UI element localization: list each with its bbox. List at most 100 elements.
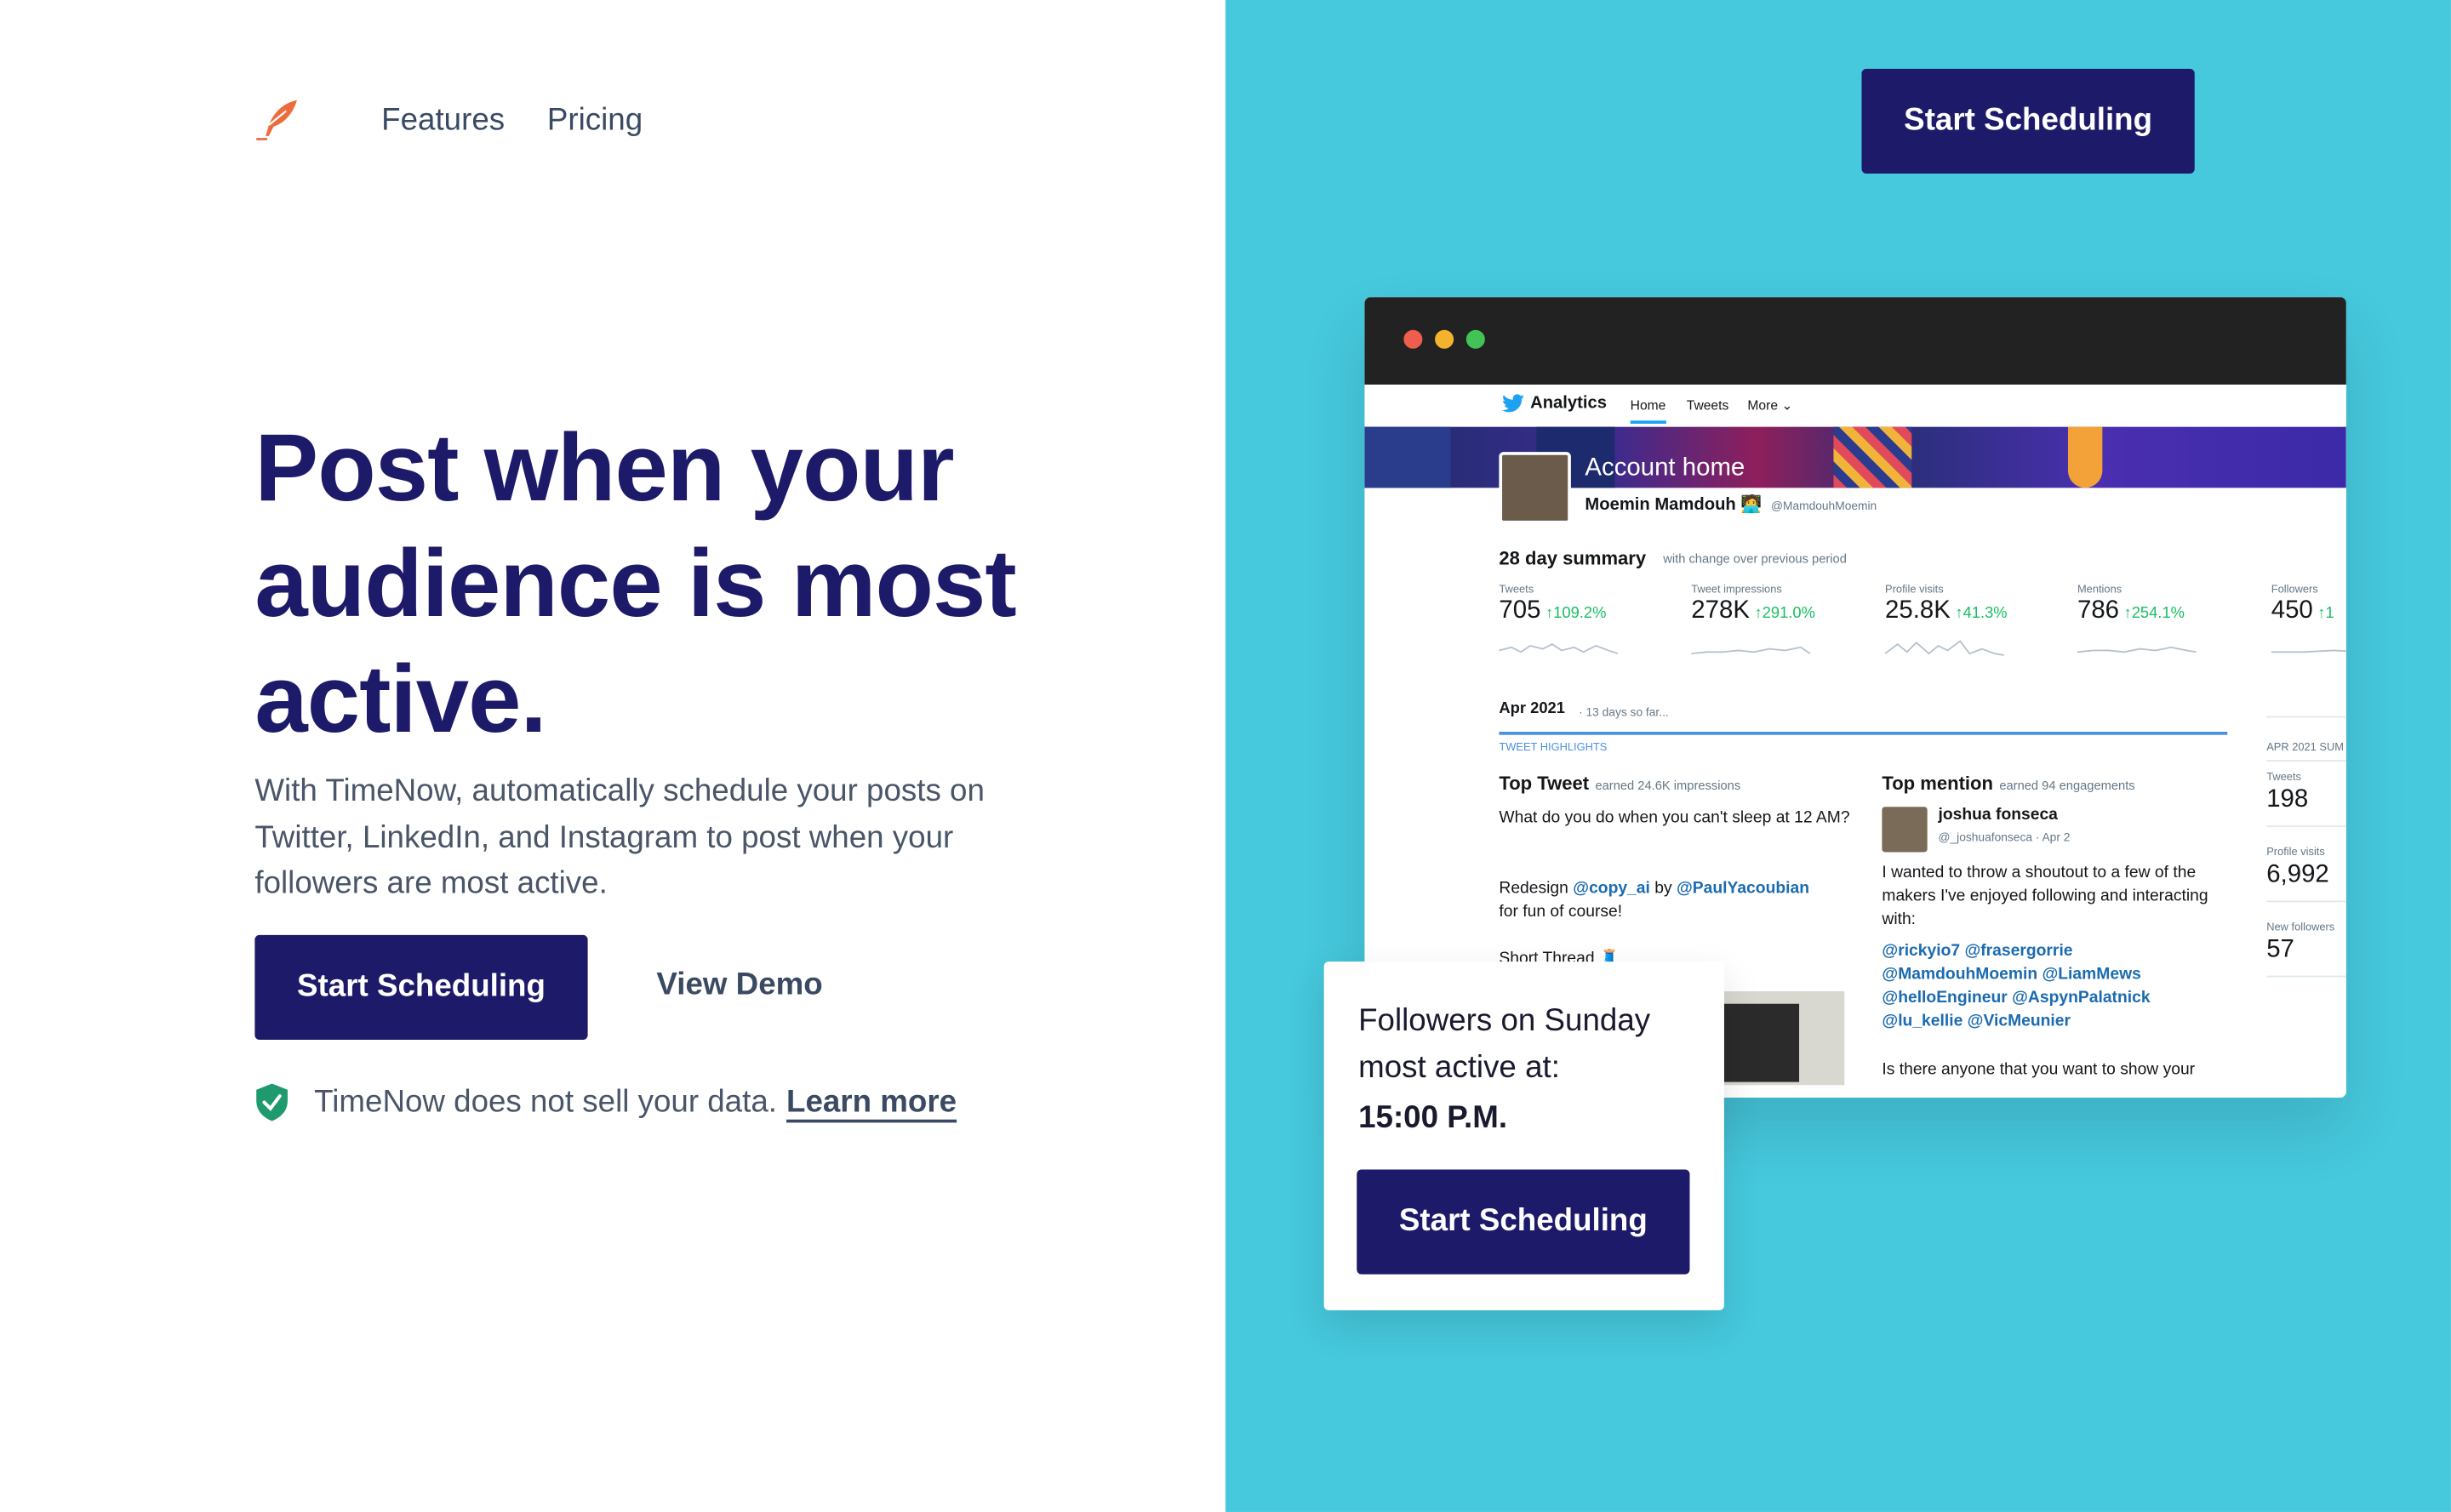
mention-users-1[interactable]: @rickyio7 @frasergorrie [1882,939,2072,963]
minimize-dot-icon [1435,329,1454,349]
month-divider [1499,731,2228,735]
tab-more-label: More [1747,397,1779,414]
twitter-bird-icon [1502,394,1524,413]
side-value: 198 [2266,786,2309,813]
stat-mentions: Mentions 786 ↑254.1% [2077,585,2185,625]
banner-figure [2067,426,2103,488]
top-tweet-heading: Top Tweet earned 24.6K impressions [1499,773,1740,795]
banner-tile [1364,426,1451,488]
card-description: Followers on Sunday most active at: [1358,1003,1651,1085]
stat-label: Mentions [2077,585,2122,596]
mention-text: I wanted to throw a shoutout to a few of… [1882,863,2208,929]
tab-tweets[interactable]: Tweets [1687,397,1728,413]
sparkline [1499,643,1619,654]
stat-label: Tweet impressions [1691,585,1782,596]
browser-titlebar [1364,297,2346,385]
stat-followers: Followers 450 ↑1 [2271,585,2334,625]
top-mention-subtitle: earned 94 engagements [1999,779,2135,793]
privacy-note: TimeNow does not sell your data. Learn m… [254,1082,957,1123]
top-tweet-subtitle: earned 24.6K impressions [1595,779,1741,793]
feather-logo-icon[interactable] [254,97,301,144]
redesign-text: Redesign [1499,878,1568,898]
side-divider [2266,975,2346,978]
learn-more-link[interactable]: Learn more [786,1084,957,1120]
nav-features-link[interactable]: Features [381,103,505,139]
stat-value: 25.8K [1885,596,1951,625]
top-mention-title: Top mention [1882,772,1993,795]
sparkline [1885,640,2004,656]
stat-value: 786 [2077,596,2120,625]
hero-lead: With TimeNow, automatically schedule you… [254,773,985,901]
analytics-brand: Analytics [1502,394,1607,413]
summary-title: 28 day summary [1499,547,1647,569]
side-label: New followers [2266,922,2335,934]
stat-label: Profile visits [1885,585,1944,596]
side-value: 57 [2266,936,2294,963]
tab-more[interactable]: More ⌄ [1747,397,1792,414]
side-divider [2266,760,2346,762]
stat-label: Tweets [1499,585,1534,596]
analytics-nav: Analytics Home Tweets More ⌄ [1364,385,2345,427]
header-start-scheduling-button[interactable]: Start Scheduling [1861,68,2195,174]
stat-change: ↑109.2% [1545,605,1607,623]
start-scheduling-button[interactable]: Start Scheduling [254,934,588,1041]
avatar [1499,452,1571,524]
account-home-title: Account home [1585,454,1745,482]
stat-value: 278K [1691,596,1750,625]
stat-label: Followers [2271,585,2318,596]
stat-change: ↑1 [2317,605,2334,623]
view-demo-button[interactable]: View Demo [656,967,822,1003]
mention-avatar [1882,807,1928,853]
privacy-text: TimeNow does not sell your data. [314,1084,777,1119]
card-start-scheduling-button[interactable]: Start Scheduling [1357,1169,1690,1275]
mention-users-4[interactable]: @lu_kellie @VicMeunier [1882,1010,2071,1034]
summary-subtitle: with change over previous period [1663,551,1847,567]
chevron-down-icon: ⌄ [1781,397,1793,414]
top-tweet-title: Top Tweet [1499,772,1590,795]
stat-change: ↑41.3% [1955,605,2008,623]
sparkline [2077,646,2197,653]
side-label: Profile visits [2266,847,2325,859]
stat-change: ↑291.0% [1754,605,1815,623]
sparkline [1691,646,1811,655]
tweet-media-thumbnail [1723,991,1845,1086]
shield-check-icon [256,1083,288,1121]
analytics-brand-label: Analytics [1530,394,1607,414]
mention-handle: @_joshuafonseca · Apr 2 [1938,830,2071,845]
top-tweet-text: What do you do when you can't sleep at 1… [1499,808,1850,828]
stat-tweets: Tweets 705 ↑109.2% [1499,585,1606,625]
side-summary-title: APR 2021 SUM [2266,742,2344,754]
tweet-highlights-label: TWEET HIGHLIGHTS [1499,742,1608,754]
mention-link[interactable]: @copy_ai [1573,879,1650,898]
side-divider [2266,825,2346,828]
card-time: 15:00 P.M. [1358,1100,1508,1136]
thumbnail-device [1723,1003,1800,1082]
month-subtitle: · 13 days so far... [1579,705,1669,720]
mention-link[interactable]: @PaulYacoubian [1677,879,1809,898]
mention-users-3[interactable]: @helloEngineur @AspynPalatnick [1882,987,2150,1011]
stat-profile-visits: Profile visits 25.8K ↑41.3% [1885,585,2008,625]
top-tweet-redesign: Redesign @copy_ai by @PaulYacoubian for … [1499,877,1850,924]
side-divider [2266,900,2346,903]
account-handle: @MamdouhMoemin [1770,499,1877,513]
close-dot-icon [1403,329,1423,349]
mention-name: joshua fonseca [1938,805,2058,824]
stat-value: 705 [1499,596,1541,625]
side-divider [2266,716,2346,718]
nav-pricing-link[interactable]: Pricing [547,103,643,139]
stat-value: 450 [2271,596,2313,625]
tab-home[interactable]: Home [1630,397,1666,424]
fun-text: for fun of course! [1499,902,1623,921]
hero-headline: Post when your audience is most active. [254,414,1016,752]
by-text: by [1654,878,1672,898]
stat-impressions: Tweet impressions 278K ↑291.0% [1691,585,1815,625]
sparkline [2271,649,2346,653]
maximize-dot-icon [1465,329,1485,349]
stat-change: ↑254.1% [2123,605,2185,623]
banner-pattern-tile [1833,426,1912,488]
mention-more-text: Is there anyone that you want to show yo… [1882,1059,2196,1079]
side-label: Tweets [2266,772,2301,784]
left-panel: Features Pricing Post when your audience… [0,0,1226,1512]
top-mention-heading: Top mention earned 94 engagements [1882,773,2134,795]
mention-users-2[interactable]: @MamdouhMoemin @LiamMews [1882,963,2140,987]
